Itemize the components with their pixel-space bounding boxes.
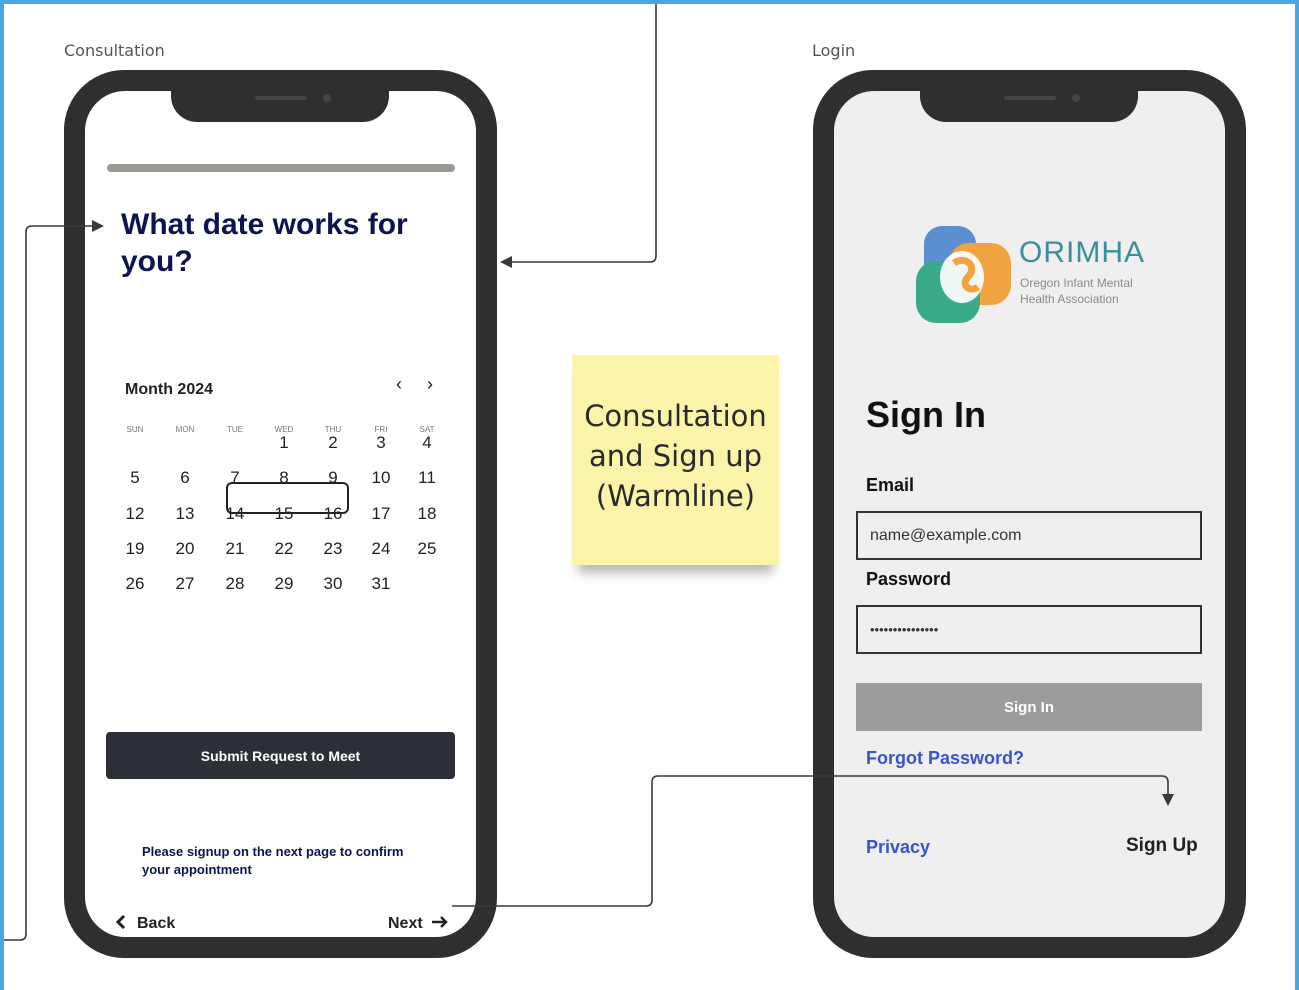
calendar-day[interactable]: 2 <box>318 433 348 453</box>
back-button[interactable]: Back <box>115 914 176 933</box>
selected-date-range <box>226 482 349 514</box>
sticky-note: Consultation and Sign up (Warmline) <box>572 355 779 565</box>
progress-bar <box>107 164 455 172</box>
calendar-day[interactable]: 3 <box>366 433 396 453</box>
phone-notch <box>920 70 1138 122</box>
sticky-line-3: (Warmline) <box>595 479 756 513</box>
weekday-header: SUN <box>126 425 144 434</box>
calendar-day[interactable]: 22 <box>269 539 299 559</box>
phone-notch <box>171 70 389 122</box>
consultation-phone: What date works for you? Month 2024 ‹ › … <box>64 70 497 958</box>
calendar-day[interactable]: 25 <box>412 539 442 559</box>
orimha-logo: ORIMHA Oregon Infant Mental Health Assoc… <box>914 221 1164 331</box>
calendar-day[interactable]: 30 <box>318 574 348 594</box>
signin-title: Sign In <box>866 394 986 435</box>
email-field[interactable]: name@example.com <box>856 511 1202 560</box>
logo-wordmark: ORIMHA <box>1019 236 1145 269</box>
arrowhead-left-icon <box>500 256 512 268</box>
calendar-day[interactable]: 23 <box>318 539 348 559</box>
calendar-next-icon[interactable]: › <box>420 374 440 395</box>
signup-note: Please signup on the next page to confir… <box>142 844 404 877</box>
calendar-day[interactable]: 5 <box>120 468 150 488</box>
sticky-line-2: and Sign up <box>588 439 763 473</box>
front-camera <box>323 94 331 102</box>
calendar-day[interactable]: 19 <box>120 539 150 559</box>
calendar-day[interactable]: 13 <box>170 504 200 524</box>
calendar-day[interactable]: 26 <box>120 574 150 594</box>
calendar-day[interactable]: 10 <box>366 468 396 488</box>
password-label: Password <box>866 569 952 589</box>
connector-top-to-consultation <box>506 4 657 263</box>
front-camera <box>1072 94 1080 102</box>
weekday-header: MON <box>175 425 195 434</box>
calendar-day[interactable]: 27 <box>170 574 200 594</box>
consultation-frame-label: Consultation <box>64 41 165 60</box>
weekday-header: TUE <box>227 425 243 434</box>
next-label: Next <box>388 915 423 932</box>
email-label: Email <box>866 475 915 495</box>
arrow-right-icon <box>431 916 448 928</box>
calendar-day[interactable]: 28 <box>220 574 250 594</box>
sticky-line-1: Consultation <box>584 399 767 433</box>
consultation-screen: What date works for you? Month 2024 ‹ › … <box>85 91 476 937</box>
logo-subtitle-line-2: Health Association <box>1020 292 1119 306</box>
calendar-day[interactable]: 20 <box>170 539 200 559</box>
login-screen: ORIMHA Oregon Infant Mental Health Assoc… <box>834 91 1225 937</box>
speaker-grille <box>255 96 307 100</box>
calendar-day[interactable]: 29 <box>269 574 299 594</box>
question-title: What date works for you? <box>121 208 408 278</box>
back-label: Back <box>137 915 176 932</box>
calendar-month-label: Month 2024 <box>125 381 214 398</box>
login-frame-label: Login <box>812 41 856 60</box>
calendar-day[interactable]: 1 <box>269 433 299 453</box>
calendar-day[interactable]: 31 <box>366 574 396 594</box>
orimha-logo-mark <box>916 226 1011 323</box>
sticky-note-text: Consultation and Sign up (Warmline) <box>584 396 767 516</box>
calendar-prev-icon[interactable]: ‹ <box>389 374 409 395</box>
login-phone: ORIMHA Oregon Infant Mental Health Assoc… <box>813 70 1246 958</box>
calendar-day[interactable]: 12 <box>120 504 150 524</box>
calendar-day[interactable]: 6 <box>170 468 200 488</box>
speaker-grille <box>1004 96 1056 100</box>
next-button[interactable]: Next <box>388 915 449 933</box>
calendar-day[interactable]: 17 <box>366 504 396 524</box>
calendar-day[interactable]: 4 <box>412 433 442 453</box>
signin-button[interactable]: Sign In <box>856 683 1202 731</box>
calendar-day[interactable]: 18 <box>412 504 442 524</box>
logo-subtitle-line-1: Oregon Infant Mental <box>1020 276 1133 290</box>
forgot-password-link[interactable]: Forgot Password? <box>866 748 1024 769</box>
logo-subtitle: Oregon Infant Mental Health Association <box>1020 275 1170 307</box>
privacy-link[interactable]: Privacy <box>866 837 930 858</box>
signup-link[interactable]: Sign Up <box>1126 835 1198 857</box>
password-field[interactable]: ••••••••••••••• <box>856 605 1202 654</box>
chevron-left-icon <box>115 914 126 930</box>
submit-request-button[interactable]: Submit Request to Meet <box>106 732 455 779</box>
calendar-day[interactable]: 24 <box>366 539 396 559</box>
calendar-day[interactable]: 21 <box>220 539 250 559</box>
calendar-day[interactable]: 11 <box>412 468 442 488</box>
